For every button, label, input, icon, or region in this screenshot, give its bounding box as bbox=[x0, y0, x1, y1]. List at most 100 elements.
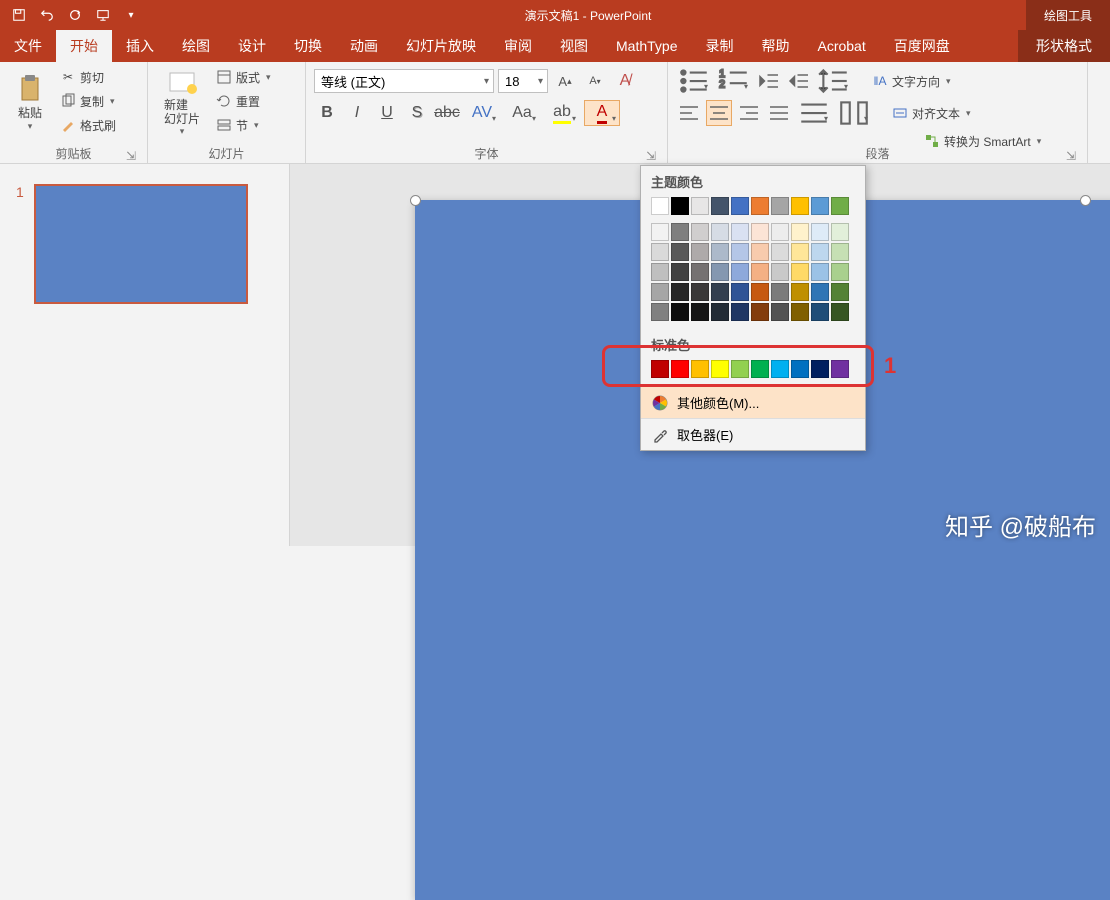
copy-button[interactable]: 复制▾ bbox=[56, 90, 120, 112]
color-swatch[interactable] bbox=[731, 263, 749, 281]
color-swatch[interactable] bbox=[751, 263, 769, 281]
color-swatch[interactable] bbox=[791, 223, 809, 241]
new-slide-button[interactable]: 新建 幻灯片 ▾ bbox=[156, 66, 208, 138]
justify-icon[interactable] bbox=[766, 100, 792, 126]
color-swatch[interactable] bbox=[771, 303, 789, 321]
reset-button[interactable]: 重置 bbox=[212, 90, 275, 112]
color-swatch[interactable] bbox=[831, 223, 849, 241]
color-swatch[interactable] bbox=[791, 360, 809, 378]
color-swatch[interactable] bbox=[771, 283, 789, 301]
color-swatch[interactable] bbox=[751, 360, 769, 378]
color-swatch[interactable] bbox=[711, 223, 729, 241]
color-swatch[interactable] bbox=[771, 360, 789, 378]
color-swatch[interactable] bbox=[711, 263, 729, 281]
tab-review[interactable]: 审阅 bbox=[490, 30, 546, 62]
color-swatch[interactable] bbox=[731, 360, 749, 378]
color-swatch[interactable] bbox=[651, 283, 669, 301]
more-colors-item[interactable]: 其他颜色(M)... bbox=[641, 386, 865, 418]
increase-font-icon[interactable]: A▴ bbox=[552, 68, 578, 94]
color-swatch[interactable] bbox=[711, 283, 729, 301]
color-swatch[interactable] bbox=[711, 197, 729, 215]
color-swatch[interactable] bbox=[811, 223, 829, 241]
align-center-icon[interactable] bbox=[706, 100, 732, 126]
color-swatch[interactable] bbox=[671, 197, 689, 215]
cut-button[interactable]: ✂剪切 bbox=[56, 66, 120, 88]
numbering-icon[interactable]: 12 bbox=[716, 68, 752, 94]
color-swatch[interactable] bbox=[811, 263, 829, 281]
font-color-icon[interactable]: A bbox=[584, 100, 620, 126]
color-swatch[interactable] bbox=[751, 223, 769, 241]
dialog-launcher-icon[interactable]: ⇲ bbox=[645, 149, 657, 161]
color-swatch[interactable] bbox=[711, 360, 729, 378]
resize-handle[interactable] bbox=[1080, 195, 1091, 206]
color-swatch[interactable] bbox=[651, 197, 669, 215]
tab-slideshow[interactable]: 幻灯片放映 bbox=[392, 30, 490, 62]
dialog-launcher-icon[interactable]: ⇲ bbox=[125, 149, 137, 161]
align-left-icon[interactable] bbox=[676, 100, 702, 126]
highlight-icon[interactable]: ab bbox=[544, 100, 580, 126]
layout-button[interactable]: 版式▾ bbox=[212, 66, 275, 88]
color-swatch[interactable] bbox=[691, 197, 709, 215]
color-swatch[interactable] bbox=[831, 303, 849, 321]
color-swatch[interactable] bbox=[651, 223, 669, 241]
color-swatch[interactable] bbox=[751, 243, 769, 261]
tab-insert[interactable]: 插入 bbox=[112, 30, 168, 62]
redo-icon[interactable] bbox=[62, 2, 88, 28]
slideshow-icon[interactable] bbox=[90, 2, 116, 28]
color-swatch[interactable] bbox=[671, 303, 689, 321]
tab-animations[interactable]: 动画 bbox=[336, 30, 392, 62]
tab-shape-format[interactable]: 形状格式 bbox=[1018, 30, 1110, 62]
color-swatch[interactable] bbox=[811, 243, 829, 261]
color-swatch[interactable] bbox=[831, 197, 849, 215]
char-spacing-icon[interactable]: AV bbox=[464, 100, 500, 126]
color-swatch[interactable] bbox=[811, 360, 829, 378]
font-size-combo[interactable]: 18 bbox=[498, 69, 548, 93]
paste-button[interactable]: 粘贴 ▾ bbox=[8, 66, 52, 138]
color-swatch[interactable] bbox=[751, 283, 769, 301]
bold-icon[interactable]: B bbox=[314, 100, 340, 126]
color-swatch[interactable] bbox=[731, 223, 749, 241]
color-swatch[interactable] bbox=[671, 360, 689, 378]
tab-acrobat[interactable]: Acrobat bbox=[803, 30, 879, 62]
color-swatch[interactable] bbox=[791, 243, 809, 261]
qat-more-icon[interactable]: ▾ bbox=[118, 2, 144, 28]
color-swatch[interactable] bbox=[731, 283, 749, 301]
section-button[interactable]: 节▾ bbox=[212, 114, 275, 136]
color-swatch[interactable] bbox=[831, 283, 849, 301]
color-swatch[interactable] bbox=[691, 263, 709, 281]
line-spacing-icon[interactable] bbox=[816, 68, 852, 94]
color-swatch[interactable] bbox=[671, 283, 689, 301]
tab-design[interactable]: 设计 bbox=[224, 30, 280, 62]
color-swatch[interactable] bbox=[831, 263, 849, 281]
font-name-combo[interactable]: 等线 (正文) bbox=[314, 69, 494, 93]
color-swatch[interactable] bbox=[791, 283, 809, 301]
color-swatch[interactable] bbox=[831, 360, 849, 378]
text-direction-button[interactable]: ‖A文字方向▾ bbox=[868, 70, 955, 92]
color-swatch[interactable] bbox=[791, 263, 809, 281]
color-swatch[interactable] bbox=[771, 243, 789, 261]
color-swatch[interactable] bbox=[771, 263, 789, 281]
align-right-icon[interactable] bbox=[736, 100, 762, 126]
color-swatch[interactable] bbox=[791, 197, 809, 215]
tab-help[interactable]: 帮助 bbox=[747, 30, 803, 62]
color-swatch[interactable] bbox=[711, 303, 729, 321]
color-swatch[interactable] bbox=[691, 360, 709, 378]
align-text-button[interactable]: 对齐文本▾ bbox=[888, 102, 975, 124]
color-swatch[interactable] bbox=[751, 197, 769, 215]
color-swatch[interactable] bbox=[671, 223, 689, 241]
color-swatch[interactable] bbox=[831, 243, 849, 261]
color-swatch[interactable] bbox=[771, 223, 789, 241]
color-swatch[interactable] bbox=[691, 223, 709, 241]
bullets-icon[interactable] bbox=[676, 68, 712, 94]
decrease-font-icon[interactable]: A▾ bbox=[582, 68, 608, 94]
color-swatch[interactable] bbox=[691, 283, 709, 301]
color-swatch[interactable] bbox=[811, 303, 829, 321]
color-swatch[interactable] bbox=[651, 263, 669, 281]
decrease-indent-icon[interactable] bbox=[756, 68, 782, 94]
format-painter-button[interactable]: 格式刷 bbox=[56, 114, 120, 136]
color-swatch[interactable] bbox=[811, 197, 829, 215]
color-swatch[interactable] bbox=[791, 303, 809, 321]
color-swatch[interactable] bbox=[731, 303, 749, 321]
undo-icon[interactable] bbox=[34, 2, 60, 28]
italic-icon[interactable]: I bbox=[344, 100, 370, 126]
